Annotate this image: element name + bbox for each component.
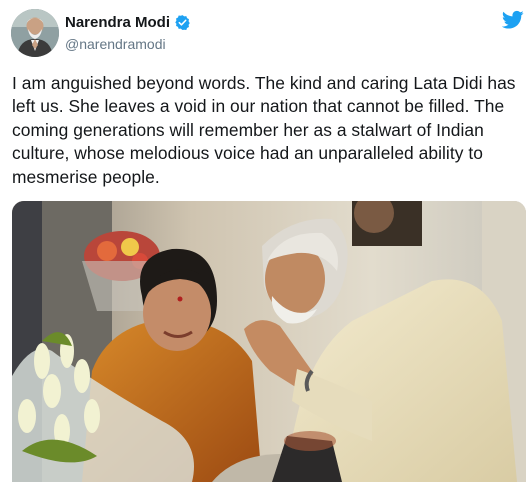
author-handle[interactable]: @narendramodi	[65, 36, 166, 52]
tweet-text: I am anguished beyond words. The kind an…	[12, 73, 516, 187]
tweet-photo[interactable]	[12, 201, 526, 482]
avatar[interactable]	[11, 9, 59, 57]
verified-badge-icon	[174, 14, 191, 31]
author-name-row: Narendra Modi	[65, 14, 191, 31]
twitter-bird-icon[interactable]	[501, 10, 524, 30]
tweet-card: Narendra Modi @narendramodi I am anguish…	[0, 0, 530, 482]
author-display-name[interactable]: Narendra Modi	[65, 14, 170, 31]
